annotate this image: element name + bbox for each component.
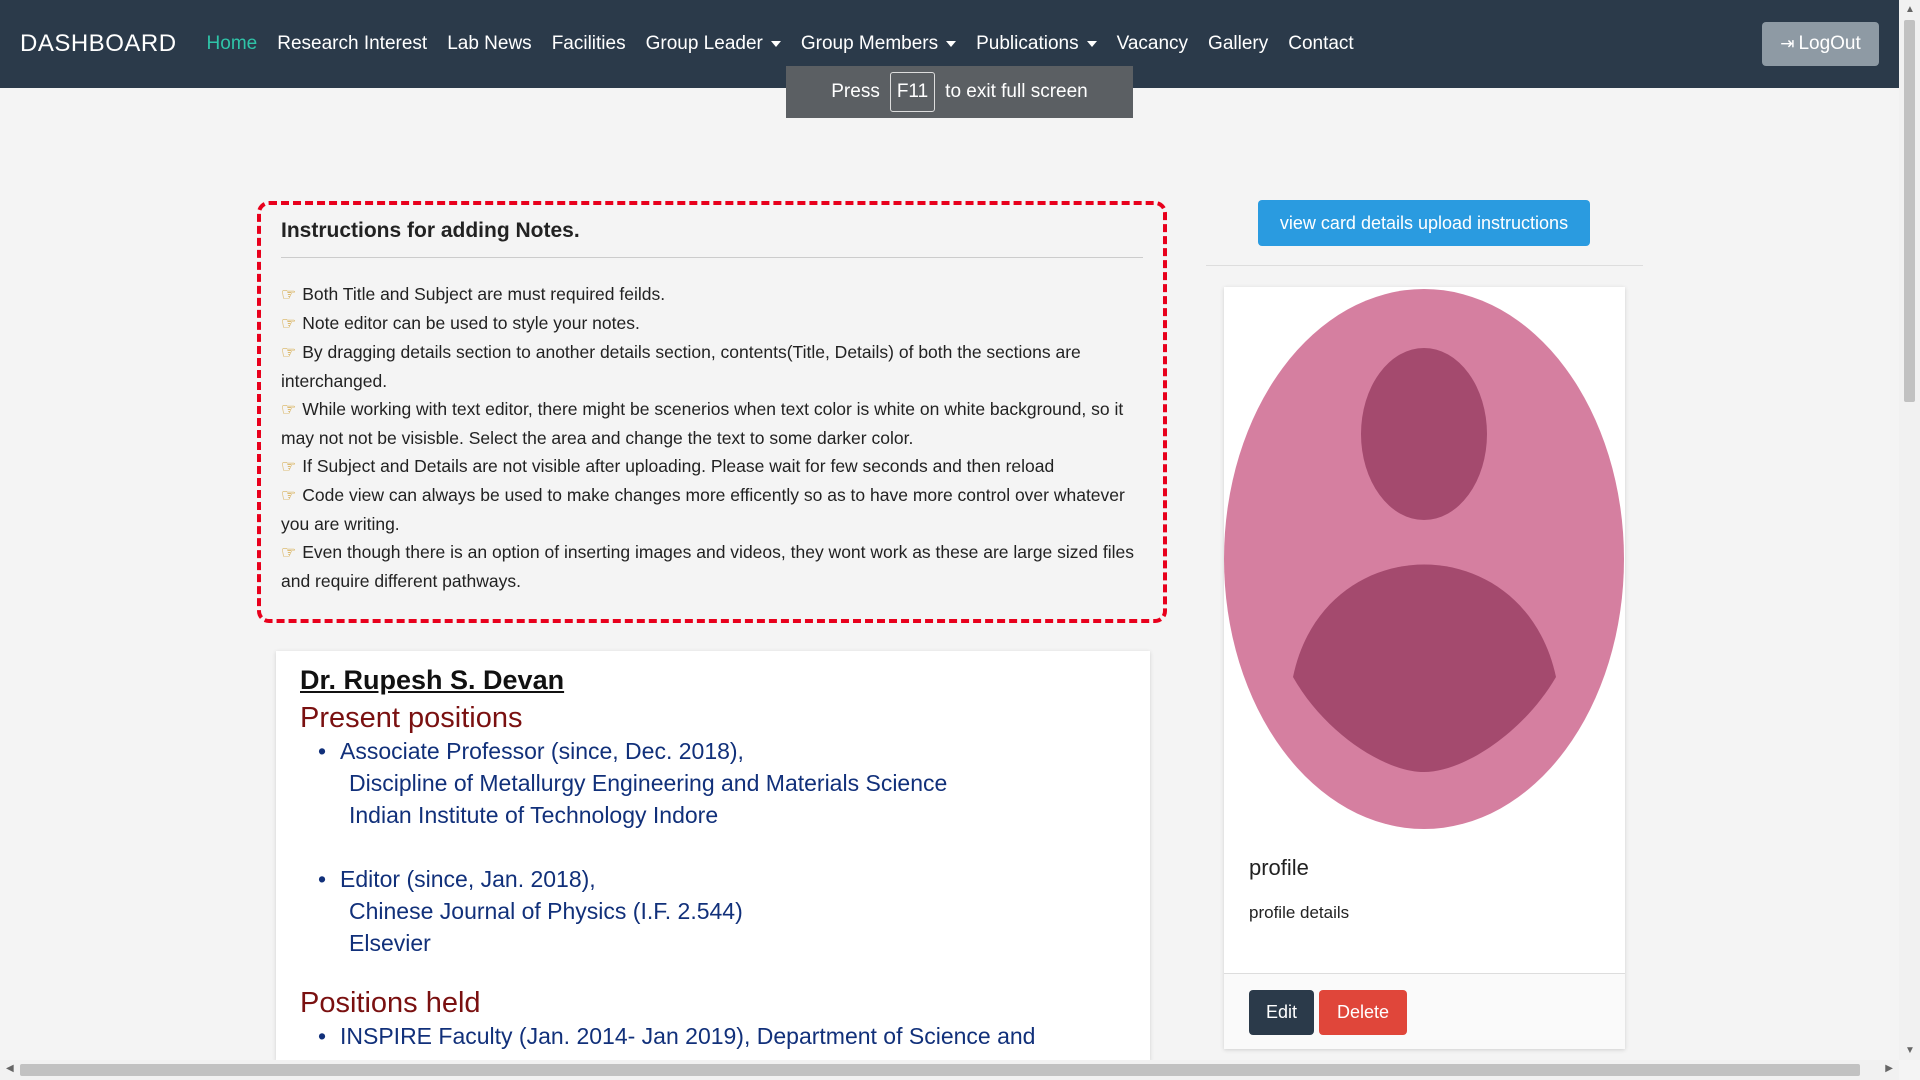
profile-name: Dr. Rupesh S. Devan bbox=[300, 665, 565, 695]
positions-held-list: INSPIRE Faculty (Jan. 2014- Jan 2019), D… bbox=[300, 1020, 1126, 1052]
logout-label: LogOut bbox=[1798, 33, 1861, 54]
instruction-text: Code view can always be used to make cha… bbox=[281, 485, 1125, 534]
nav-group-leader[interactable]: Group Leader bbox=[646, 33, 781, 55]
nav-gallery-label: Gallery bbox=[1208, 33, 1269, 54]
position-detail: Discipline of Metallurgy Engineering and… bbox=[349, 770, 948, 796]
sign-out-icon: ⇥ bbox=[1780, 34, 1795, 53]
instruction-text: Both Title and Subject are must required… bbox=[302, 284, 666, 304]
present-positions-heading: Present positions bbox=[300, 702, 523, 734]
profile-card: profile profile details Edit Delete bbox=[1224, 287, 1625, 1049]
pointing-hand-icon: ☞ bbox=[281, 314, 297, 333]
scroll-down-icon[interactable]: ▼ bbox=[1905, 1045, 1915, 1056]
instructions-title: Instructions for adding Notes. bbox=[281, 219, 580, 242]
delete-button[interactable]: Delete bbox=[1319, 990, 1407, 1035]
card-footer: Edit Delete bbox=[1224, 973, 1625, 1049]
pointing-hand-icon: ☞ bbox=[281, 543, 297, 562]
nav-vacancy[interactable]: Vacancy bbox=[1117, 33, 1188, 55]
instruction-item: ☞ If Subject and Details are not visible … bbox=[281, 452, 1143, 481]
position-item: Associate Professor (since, Dec. 2018), bbox=[300, 735, 1126, 767]
instruction-text: While working with text editor, there mi… bbox=[281, 399, 1124, 448]
card-text: profile details bbox=[1249, 903, 1350, 922]
fullscreen-press-text: Press bbox=[831, 81, 880, 102]
position-detail: Elsevier bbox=[349, 930, 431, 956]
nav-publications-label: Publications bbox=[976, 33, 1079, 54]
chevron-down-icon bbox=[946, 41, 957, 47]
positions-held-heading: Positions held bbox=[300, 987, 481, 1019]
nav-facilities[interactable]: Facilities bbox=[552, 33, 626, 55]
scroll-up-icon[interactable]: ▲ bbox=[1905, 4, 1915, 15]
nav-research-interest-label: Research Interest bbox=[277, 33, 428, 54]
instruction-text: If Subject and Details are not visible a… bbox=[302, 456, 1055, 476]
instruction-item: ☞ Note editor can be used to style your n… bbox=[281, 309, 1143, 338]
nav-vacancy-label: Vacancy bbox=[1116, 33, 1189, 54]
instructions-box: Instructions for adding Notes. ☞ Both Tit… bbox=[257, 201, 1167, 623]
card-title: profile bbox=[1249, 855, 1309, 880]
edit-button[interactable]: Edit bbox=[1249, 990, 1314, 1035]
pointing-hand-icon: ☞ bbox=[281, 457, 297, 476]
instruction-item: ☞ Code view can always be used to make ch… bbox=[281, 481, 1143, 538]
instruction-item: ☞ By dragging details section to another … bbox=[281, 338, 1143, 395]
nav-publications[interactable]: Publications bbox=[976, 33, 1097, 55]
logout-button[interactable]: ⇥ LogOut bbox=[1762, 22, 1879, 66]
pointing-hand-icon: ☞ bbox=[281, 343, 297, 362]
profile-content-card[interactable]: Dr. Rupesh S. Devan Present positions As… bbox=[276, 651, 1150, 1061]
avatar-placeholder-icon bbox=[1224, 289, 1624, 829]
f11-key: F11 bbox=[889, 72, 936, 112]
nav-group-members[interactable]: Group Members bbox=[800, 33, 957, 55]
position-item: Editor (since, Jan. 2018), bbox=[300, 863, 1126, 895]
horizontal-scrollbar[interactable]: ◀ ▶ bbox=[0, 1060, 1899, 1080]
divider bbox=[281, 257, 1143, 258]
nav-home[interactable]: Home bbox=[207, 33, 258, 55]
instruction-text: Note editor can be used to style your no… bbox=[302, 313, 640, 333]
nav-lab-news[interactable]: Lab News bbox=[447, 33, 532, 55]
fullscreen-tooltip: Press F11 to exit full screen bbox=[786, 66, 1133, 118]
nav-group-leader-label: Group Leader bbox=[645, 33, 763, 54]
horizontal-scroll-thumb[interactable] bbox=[20, 1064, 1860, 1076]
instruction-item: ☞ Even though there is an option of inser… bbox=[281, 538, 1143, 595]
nav-gallery[interactable]: Gallery bbox=[1208, 33, 1268, 55]
nav-research-interest[interactable]: Research Interest bbox=[277, 33, 427, 55]
present-positions-list: Associate Professor (since, Dec. 2018), bbox=[300, 735, 1126, 767]
pointing-hand-icon: ☞ bbox=[281, 400, 297, 419]
view-card-instructions-button[interactable]: view card details upload instructions bbox=[1258, 200, 1590, 246]
present-positions-list: Editor (since, Jan. 2018), bbox=[300, 863, 1126, 895]
chevron-down-icon bbox=[1086, 41, 1097, 47]
nav-home-label: Home bbox=[206, 33, 258, 54]
fullscreen-rest-text: to exit full screen bbox=[945, 81, 1088, 102]
pointing-hand-icon: ☞ bbox=[281, 285, 297, 304]
divider bbox=[1206, 265, 1643, 266]
chevron-down-icon bbox=[770, 41, 781, 47]
instruction-text: By dragging details section to another d… bbox=[281, 342, 1081, 391]
position-detail: Indian Institute of Technology Indore bbox=[349, 802, 719, 828]
instruction-item: ☞ While working with text editor, there m… bbox=[281, 395, 1143, 452]
instruction-item: ☞ Both Title and Subject are must require… bbox=[281, 280, 1143, 309]
nav-facilities-label: Facilities bbox=[551, 33, 626, 54]
nav-contact-label: Contact bbox=[1288, 33, 1354, 54]
pointing-hand-icon: ☞ bbox=[281, 486, 297, 505]
nav-group-members-label: Group Members bbox=[800, 33, 939, 54]
position-item: INSPIRE Faculty (Jan. 2014- Jan 2019), D… bbox=[300, 1020, 1126, 1052]
brand-title[interactable]: DASHBOARD bbox=[20, 30, 177, 58]
vertical-scrollbar[interactable]: ▲ ▼ bbox=[1899, 0, 1920, 1060]
scroll-right-icon[interactable]: ▶ bbox=[1885, 1063, 1893, 1074]
nav-lab-news-label: Lab News bbox=[447, 33, 532, 54]
scroll-left-icon[interactable]: ◀ bbox=[6, 1063, 14, 1074]
instruction-text: Even though there is an option of insert… bbox=[281, 542, 1134, 591]
position-detail: Chinese Journal of Physics (I.F. 2.544) bbox=[349, 898, 743, 924]
vertical-scroll-thumb[interactable] bbox=[1904, 20, 1915, 402]
nav-contact[interactable]: Contact bbox=[1288, 33, 1353, 55]
